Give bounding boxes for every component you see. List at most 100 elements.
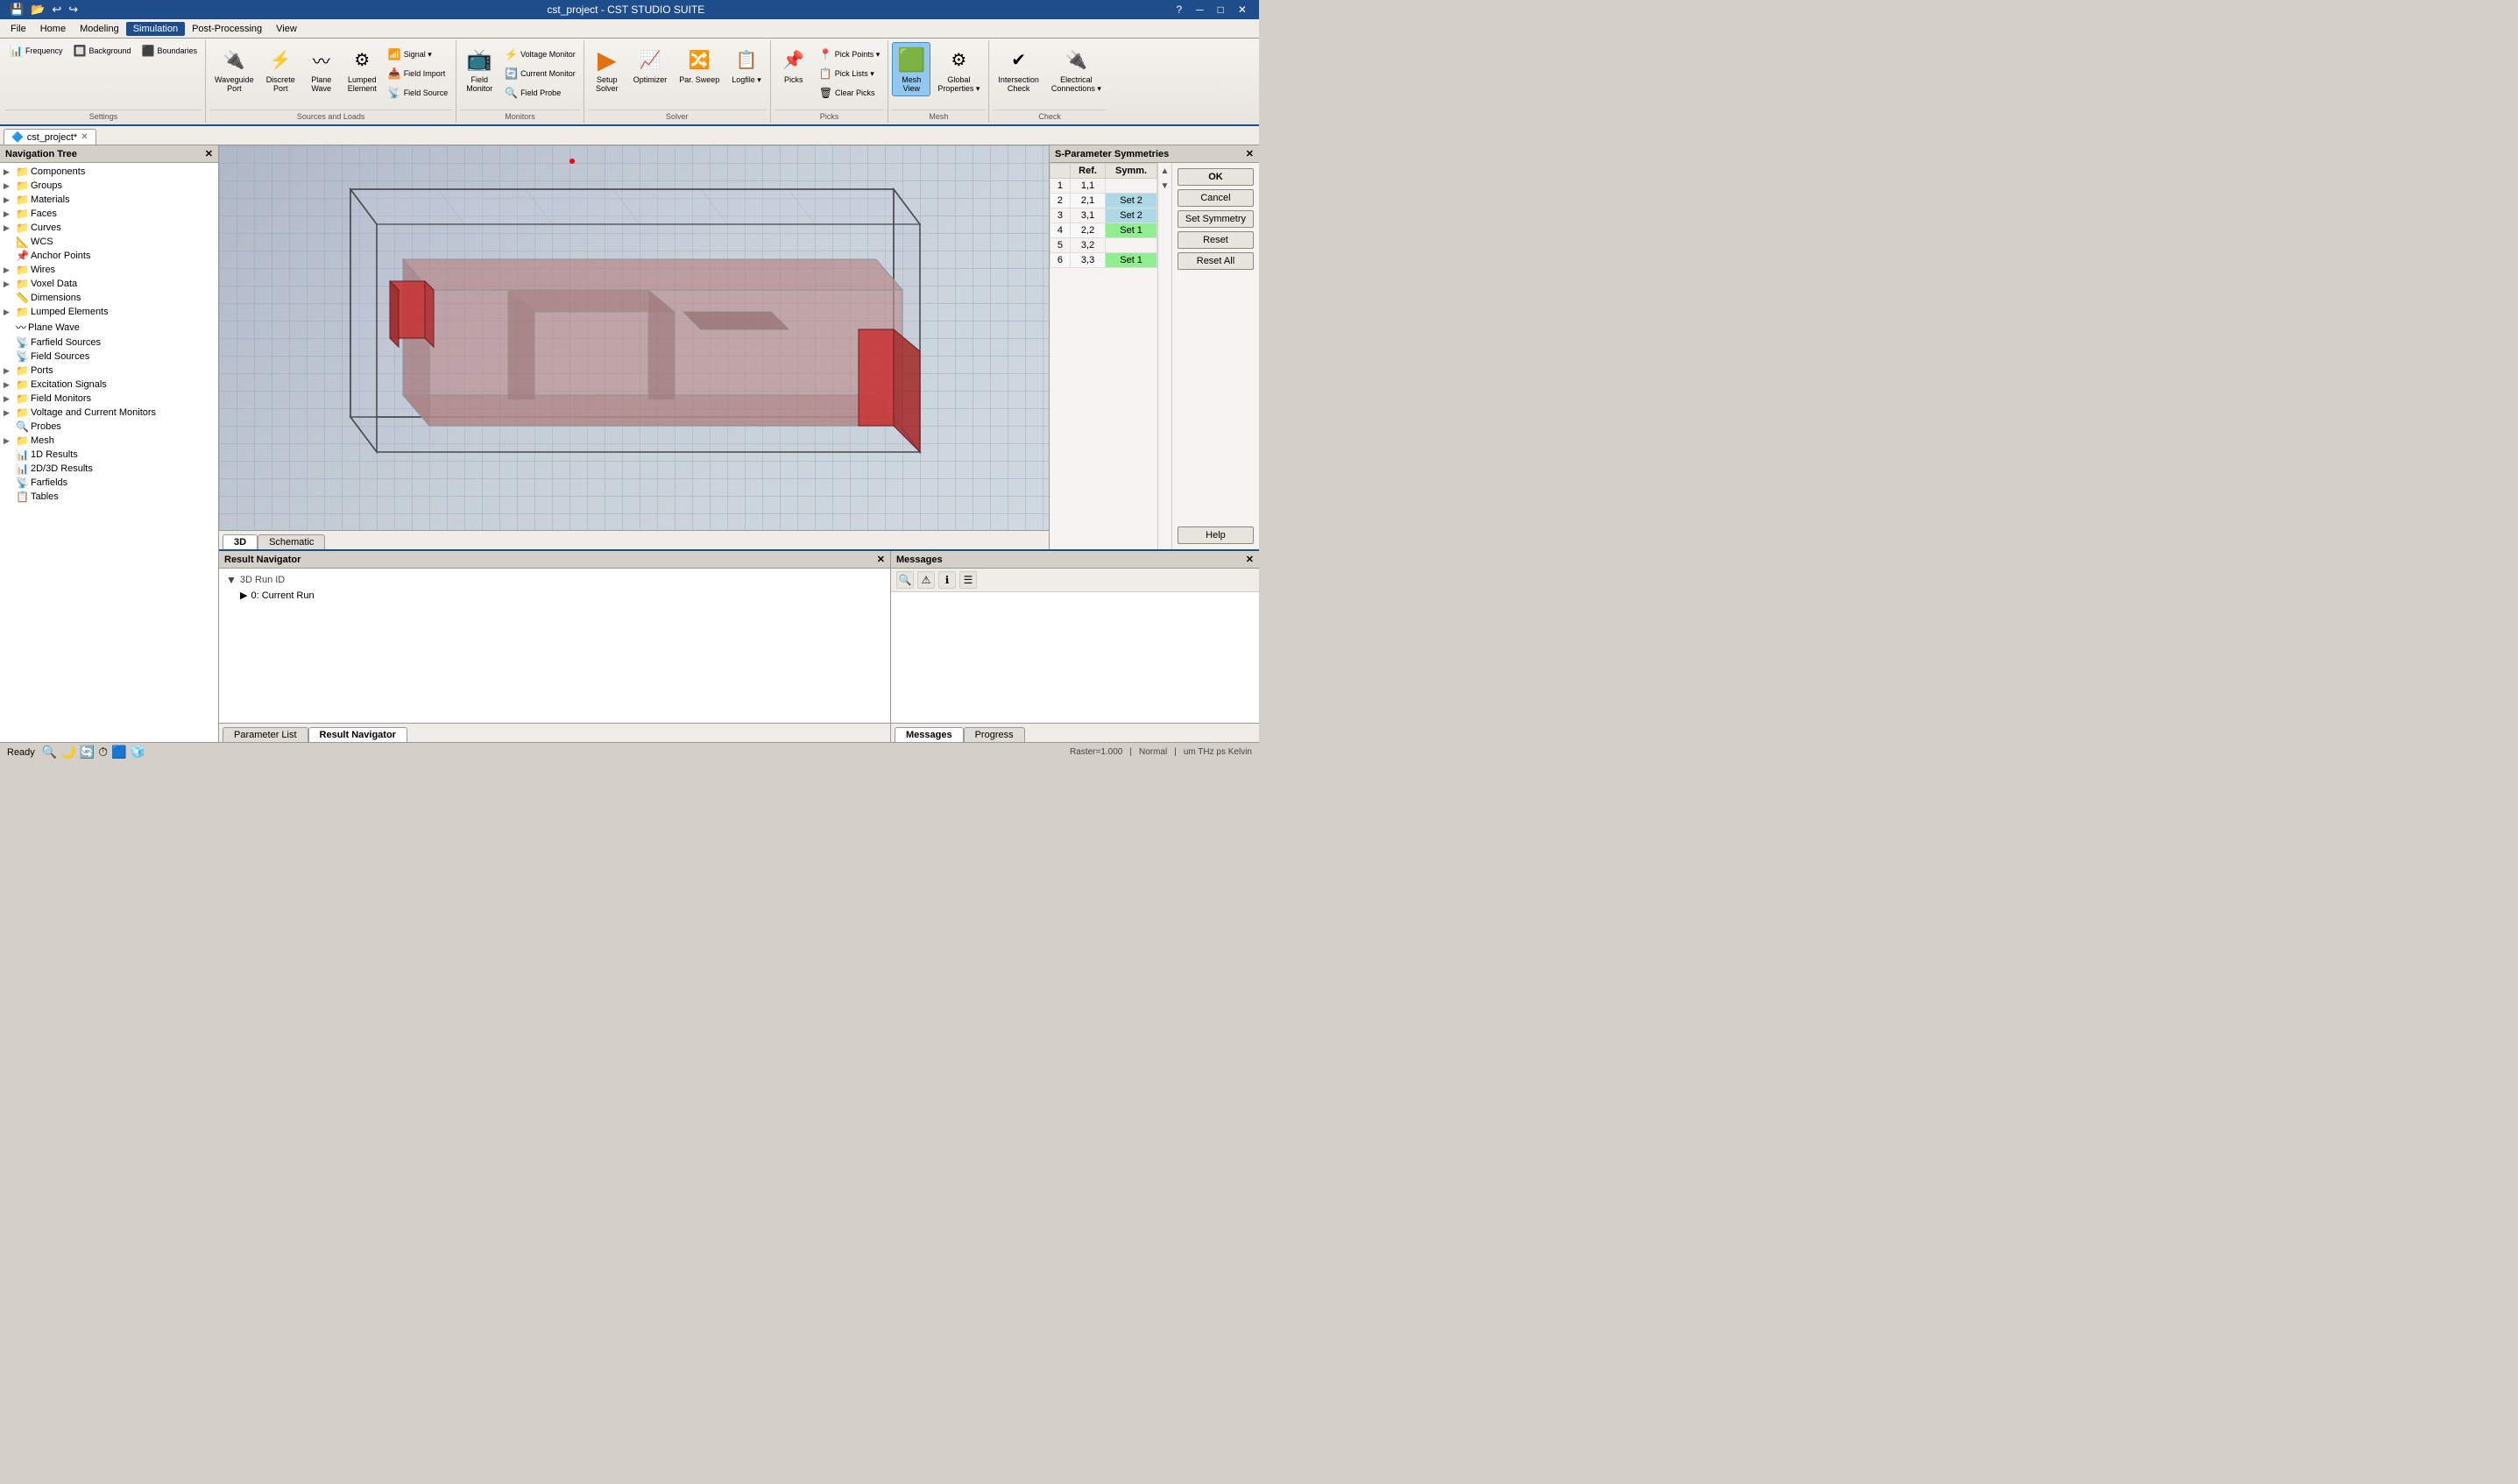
tree-item-field-monitors[interactable]: ▶ 📁 Field Monitors (0, 392, 218, 406)
messages-tab-messages[interactable]: Messages (895, 727, 964, 742)
tree-item-excitation-signals[interactable]: ▶ 📁 Excitation Signals (0, 378, 218, 392)
tree-item-materials[interactable]: ▶ 📁 Materials (0, 193, 218, 207)
mesh-view-button[interactable]: 🟩 MeshView (892, 42, 930, 96)
set-symmetry-button[interactable]: Set Symmetry (1178, 210, 1254, 228)
lumped-element-button[interactable]: ⚙ LumpedElement (343, 42, 382, 96)
plane-wave-button[interactable]: 〰 PlaneWave (302, 42, 341, 96)
sparam-row-6[interactable]: 6 3,3 Set 1 (1050, 253, 1157, 268)
tree-item-ports[interactable]: ▶ 📁 Ports (0, 364, 218, 378)
viewport-tab-schematic[interactable]: Schematic (258, 534, 325, 549)
field-probe-button[interactable]: 🔍 Field Probe (500, 84, 580, 102)
optimizer-button[interactable]: 📈 Optimizer (628, 42, 673, 88)
result-navigator-close[interactable]: ✕ (877, 554, 885, 565)
scroll-up-button[interactable]: ▲ (1158, 165, 1171, 178)
tree-item-probes[interactable]: 🔍 Probes (0, 420, 218, 434)
par-sweep-button[interactable]: 🔀 Par. Sweep (674, 42, 725, 88)
menu-postprocessing[interactable]: Post-Processing (185, 22, 269, 36)
waveguide-port-button[interactable]: 🔌 WaveguidePort (209, 42, 259, 96)
status-icon-6[interactable]: 🧊 (130, 745, 145, 760)
status-icon-1[interactable]: 🔍 (42, 745, 57, 760)
tree-item-faces[interactable]: ▶ 📁 Faces (0, 207, 218, 221)
reset-all-button[interactable]: Reset All (1178, 252, 1254, 270)
global-properties-button[interactable]: ⚙ GlobalProperties ▾ (932, 42, 985, 97)
clear-picks-button[interactable]: 🗑 Clear Picks (815, 84, 885, 102)
messages-list-button[interactable]: ☰ (959, 571, 977, 589)
close-button[interactable]: ✕ (1233, 4, 1252, 16)
minimize-button[interactable]: ─ (1191, 4, 1209, 16)
tree-item-1d-results[interactable]: 📊 1D Results (0, 448, 218, 462)
help-icon[interactable]: ? (1171, 4, 1187, 16)
tree-item-wcs[interactable]: 📐 WCS (0, 235, 218, 249)
field-monitor-button[interactable]: 📺 FieldMonitor (460, 42, 499, 96)
doc-tab-close[interactable]: ✕ (81, 132, 88, 142)
field-import-button[interactable]: 📥 Field Import (384, 65, 452, 82)
tree-item-farfields[interactable]: 📡 Farfields (0, 476, 218, 490)
help-button[interactable]: Help (1178, 526, 1254, 544)
open-icon[interactable]: 📂 (28, 3, 47, 17)
tree-item-2d-3d-results[interactable]: 📊 2D/3D Results (0, 462, 218, 476)
scroll-down-button[interactable]: ▼ (1158, 180, 1171, 193)
status-icon-3[interactable]: 🔄 (80, 745, 95, 760)
sparam-row-5[interactable]: 5 3,2 (1050, 238, 1157, 253)
messages-info-button[interactable]: ℹ (938, 571, 956, 589)
tree-item-anchor-points[interactable]: 📌 Anchor Points (0, 249, 218, 263)
restore-button[interactable]: □ (1213, 4, 1229, 16)
panel-tab-result-navigator[interactable]: Result Navigator (308, 727, 407, 742)
tree-item-voltage-current-monitors[interactable]: ▶ 📁 Voltage and Current Monitors (0, 406, 218, 420)
nav-tree-close[interactable]: ✕ (205, 148, 213, 159)
intersection-check-button[interactable]: ✔ IntersectionCheck (993, 42, 1044, 96)
tree-item-curves[interactable]: ▶ 📁 Curves (0, 221, 218, 235)
viewport-tab-3d[interactable]: 3D (223, 534, 258, 549)
field-source-button[interactable]: 📡 Field Source (384, 84, 452, 102)
background-button[interactable]: 🔲 Background (68, 42, 135, 60)
sparam-row-1[interactable]: 1 1,1 (1050, 179, 1157, 194)
cancel-button[interactable]: Cancel (1178, 189, 1254, 207)
menu-file[interactable]: File (4, 22, 33, 36)
tree-item-wires[interactable]: ▶ 📁 Wires (0, 263, 218, 277)
status-icon-2[interactable]: 🌙 (60, 745, 75, 760)
messages-close[interactable]: ✕ (1246, 554, 1254, 565)
run-item-current[interactable]: ▶ 0: Current Run (223, 588, 887, 603)
ok-button[interactable]: OK (1178, 168, 1254, 186)
sparam-close-icon[interactable]: ✕ (1246, 148, 1254, 159)
tree-item-voxel-data[interactable]: ▶ 📁 Voxel Data (0, 277, 218, 291)
panel-tab-parameter-list[interactable]: Parameter List (223, 727, 308, 742)
messages-warning-button[interactable]: ⚠ (917, 571, 935, 589)
pick-lists-button[interactable]: 📋 Pick Lists ▾ (815, 65, 885, 82)
undo-icon[interactable]: ↩ (49, 3, 64, 17)
pick-points-button[interactable]: 📍 Pick Points ▾ (815, 46, 885, 63)
current-monitor-button[interactable]: 🔄 Current Monitor (500, 65, 580, 82)
viewport-3d[interactable] (219, 145, 1049, 530)
save-icon[interactable]: 💾 (7, 3, 26, 17)
tree-item-lumped-elements[interactable]: ▶ 📁 Lumped Elements (0, 305, 218, 319)
tree-item-plane-wave[interactable]: 〰 Plane Wave (0, 319, 218, 336)
boundaries-button[interactable]: ⬛ Boundaries (137, 42, 202, 60)
sparam-row-4[interactable]: 4 2,2 Set 1 (1050, 223, 1157, 238)
messages-tab-progress[interactable]: Progress (964, 727, 1025, 742)
frequency-button[interactable]: 📊 Frequency (5, 42, 67, 60)
menu-view[interactable]: View (269, 22, 304, 36)
tree-item-components[interactable]: ▶ 📁 Components (0, 165, 218, 179)
document-tab-cst-project[interactable]: 🔷 cst_project* ✕ (4, 129, 96, 145)
sparam-row-3[interactable]: 3 3,1 Set 2 (1050, 208, 1157, 223)
messages-search-button[interactable]: 🔍 (896, 571, 914, 589)
tree-item-field-sources[interactable]: 📡 Field Sources (0, 350, 218, 364)
setup-solver-button[interactable]: ▶ SetupSolver (588, 42, 626, 96)
tree-item-dimensions[interactable]: 📏 Dimensions (0, 291, 218, 305)
tree-item-groups[interactable]: ▶ 📁 Groups (0, 179, 218, 193)
tree-item-mesh[interactable]: ▶ 📁 Mesh (0, 434, 218, 448)
redo-icon[interactable]: ↪ (66, 3, 81, 17)
menu-simulation[interactable]: Simulation (126, 22, 185, 36)
menu-home[interactable]: Home (33, 22, 73, 36)
menu-modeling[interactable]: Modeling (73, 22, 126, 36)
reset-button[interactable]: Reset (1178, 231, 1254, 249)
tree-item-tables[interactable]: 📋 Tables (0, 490, 218, 504)
voltage-monitor-button[interactable]: ⚡ Voltage Monitor (500, 46, 580, 63)
logfile-button[interactable]: 📋 Logfile ▾ (726, 42, 767, 88)
tree-item-farfield-sources[interactable]: 📡 Farfield Sources (0, 336, 218, 350)
discrete-port-button[interactable]: ⚡ DiscretePort (261, 42, 301, 96)
electrical-connections-button[interactable]: 🔌 ElectricalConnections ▾ (1046, 42, 1107, 97)
status-icon-4[interactable]: ⏱ (98, 745, 108, 760)
sparam-row-2[interactable]: 2 2,1 Set 2 (1050, 194, 1157, 208)
status-icon-5[interactable]: 🟦 (111, 745, 126, 760)
